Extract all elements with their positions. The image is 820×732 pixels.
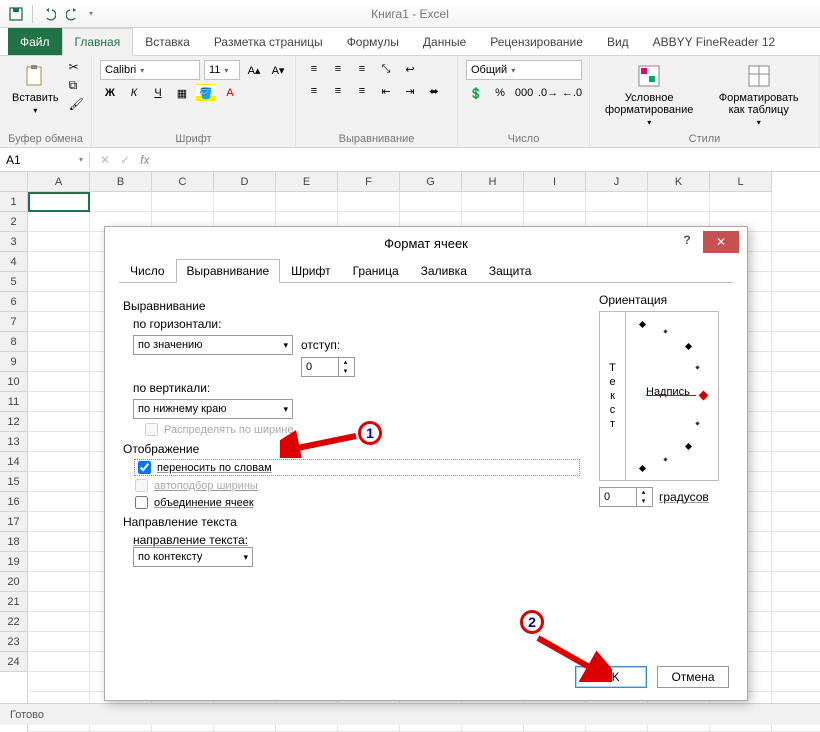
decrease-font-icon[interactable]: A▾ <box>268 61 288 79</box>
align-bottom-icon[interactable]: ≡ <box>352 60 372 78</box>
decrease-indent-icon[interactable]: ⇤ <box>376 82 396 100</box>
paste-button[interactable]: Вставить ▾ <box>8 60 63 117</box>
name-box[interactable]: A1▾ <box>0 153 90 167</box>
cancel-formula-icon[interactable]: ✕ <box>100 153 110 167</box>
wrap-text-icon[interactable]: ↩ <box>400 60 420 78</box>
enter-formula-icon[interactable]: ✓ <box>120 153 130 167</box>
orientation-control[interactable]: Текст Надпись <box>599 311 719 481</box>
orientation-group-title: Ориентация <box>599 293 729 307</box>
save-icon[interactable] <box>8 6 24 22</box>
dtab-font[interactable]: Шрифт <box>280 259 341 282</box>
ribbon-tabs: Файл Главная Вставка Разметка страницы Ф… <box>0 28 820 56</box>
format-as-table-button[interactable]: Форматировать как таблицу▾ <box>706 60 811 129</box>
dialog-help-button[interactable]: ? <box>675 233 699 247</box>
bold-button[interactable]: Ж <box>100 84 120 102</box>
italic-button[interactable]: К <box>124 84 144 102</box>
direction-select[interactable]: по контексту▾ <box>133 547 253 567</box>
tab-review[interactable]: Рецензирование <box>478 28 595 55</box>
degrees-label: градусов <box>659 490 709 504</box>
align-group-title: Выравнивание <box>123 299 579 313</box>
v-align-select[interactable]: по нижнему краю▾ <box>133 399 293 419</box>
title-bar: ▾ Книга1 - Excel <box>0 0 820 28</box>
window-title: Книга1 - Excel <box>371 7 449 21</box>
dtab-number[interactable]: Число <box>119 259 176 282</box>
dtab-alignment[interactable]: Выравнивание <box>176 259 281 283</box>
format-painter-icon[interactable]: 🖌 <box>69 97 84 111</box>
tab-insert[interactable]: Вставка <box>133 28 202 55</box>
degrees-spinner[interactable]: ▴▾ <box>599 487 653 507</box>
increase-decimal-icon[interactable]: .0→ <box>538 84 558 102</box>
v-align-label: по вертикали: <box>133 381 579 395</box>
h-align-label: по горизонтали: <box>133 317 579 331</box>
comma-icon[interactable]: 000 <box>514 84 534 102</box>
status-bar: Готово <box>0 703 820 725</box>
indent-spinner[interactable]: ▴▾ <box>301 357 355 377</box>
increase-font-icon[interactable]: A▴ <box>244 61 264 79</box>
format-cells-dialog: Формат ячеек ? ✕ Число Выравнивание Шриф… <box>104 226 748 701</box>
tab-view[interactable]: Вид <box>595 28 641 55</box>
conditional-formatting-button[interactable]: Условное форматирование▾ <box>598 60 700 129</box>
align-top-icon[interactable]: ≡ <box>304 60 324 78</box>
group-number-label: Число <box>466 131 581 145</box>
h-align-select[interactable]: по значению▾ <box>133 335 293 355</box>
align-right-icon[interactable]: ≡ <box>352 82 372 100</box>
dtab-protection[interactable]: Защита <box>478 259 543 282</box>
orientation-icon[interactable]: ⤡ <box>376 60 396 78</box>
dtab-fill[interactable]: Заливка <box>410 259 478 282</box>
undo-icon[interactable] <box>41 6 57 22</box>
align-left-icon[interactable]: ≡ <box>304 82 324 100</box>
formula-bar: A1▾ ✕ ✓ fx <box>0 148 820 172</box>
column-headers[interactable]: ABCDEFGHIJKL <box>0 172 820 192</box>
autofit-checkbox: автоподбор ширины <box>135 479 579 492</box>
fx-icon[interactable]: fx <box>140 153 149 167</box>
group-clipboard-label: Буфер обмена <box>8 131 83 145</box>
number-format-combo[interactable]: Общий▾ <box>466 60 582 80</box>
group-styles-label: Стили <box>598 131 811 145</box>
merge-icon[interactable]: ⬌ <box>424 82 444 100</box>
annotation-1: 1 <box>358 421 382 445</box>
tab-home[interactable]: Главная <box>62 28 134 56</box>
border-button[interactable]: ▦ <box>172 84 192 102</box>
font-name-combo[interactable]: Calibri▾ <box>100 60 200 80</box>
tab-formulas[interactable]: Формулы <box>335 28 411 55</box>
tab-file[interactable]: Файл <box>8 28 62 55</box>
font-size-combo[interactable]: 11▾ <box>204 60 240 80</box>
group-alignment-label: Выравнивание <box>304 131 449 145</box>
align-middle-icon[interactable]: ≡ <box>328 60 348 78</box>
dialog-title: Формат ячеек <box>384 236 468 251</box>
ribbon: Вставить ▾ ✂ ⧉ 🖌 Буфер обмена Calibri▾ 1… <box>0 56 820 148</box>
decrease-decimal-icon[interactable]: ←.0 <box>562 84 582 102</box>
currency-icon[interactable]: 💲 <box>466 84 486 102</box>
dialog-close-button[interactable]: ✕ <box>703 231 739 253</box>
increase-indent-icon[interactable]: ⇥ <box>400 82 420 100</box>
row-headers[interactable]: 123456789101112131415161718192021222324 <box>0 192 28 732</box>
tab-abbyy[interactable]: ABBYY FineReader 12 <box>641 28 788 55</box>
copy-icon[interactable]: ⧉ <box>69 78 84 93</box>
indent-label: отступ: <box>301 338 340 352</box>
fill-color-button[interactable]: 🪣 <box>196 84 216 102</box>
dtab-border[interactable]: Граница <box>342 259 410 282</box>
direction-group-title: Направление текста <box>123 515 579 529</box>
tab-layout[interactable]: Разметка страницы <box>202 28 335 55</box>
group-font-label: Шрифт <box>100 131 287 145</box>
cancel-button[interactable]: Отмена <box>657 666 729 688</box>
cut-icon[interactable]: ✂ <box>69 60 84 74</box>
align-center-icon[interactable]: ≡ <box>328 82 348 100</box>
tab-data[interactable]: Данные <box>411 28 478 55</box>
redo-icon[interactable] <box>65 6 81 22</box>
font-color-button[interactable]: A <box>220 84 240 102</box>
merge-cells-checkbox[interactable]: объединение ячеек <box>135 496 579 509</box>
underline-button[interactable]: Ч <box>148 84 168 102</box>
dialog-tabs: Число Выравнивание Шрифт Граница Заливка… <box>119 259 733 283</box>
annotation-2: 2 <box>520 610 544 634</box>
wrap-text-checkbox[interactable]: переносить по словам <box>135 460 579 475</box>
percent-icon[interactable]: % <box>490 84 510 102</box>
direction-label: направление текста: <box>133 533 579 547</box>
selected-cell[interactable] <box>28 192 90 212</box>
